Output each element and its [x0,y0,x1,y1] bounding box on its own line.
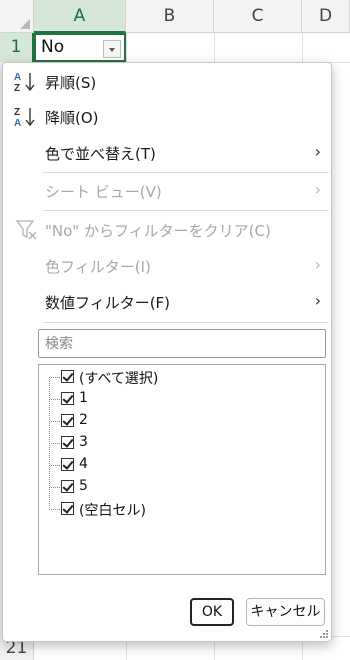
list-item-label: (空白セル) [79,503,146,519]
clear-filter-icon [15,220,37,240]
checkbox-checked[interactable] [61,480,74,493]
menu-separator [43,172,329,173]
search-input[interactable] [38,329,326,358]
cell-a1-value: No [41,37,65,57]
sort-ascending-icon: A Z [14,72,35,94]
list-item-label: 1 [79,390,88,406]
cancel-button[interactable]: キャンセル [246,598,325,626]
checkbox-checked[interactable] [61,502,74,515]
menu-clear-filter-label: "No" からフィルターをクリア(C) [45,222,271,240]
tree-line [49,443,60,444]
menu-sort-ascending-label: 昇順(S) [45,74,97,92]
tree-line [49,509,60,510]
menu-sheet-view: シート ビュー(V) › [3,174,331,208]
list-item-label: 3 [79,434,88,450]
svg-text:A: A [14,118,21,129]
menu-number-filter-label: 数値フィルター(F) [45,294,171,312]
list-item-label: 2 [79,412,88,428]
checkbox-checked[interactable] [61,436,74,449]
checkbox-checked[interactable] [61,414,74,427]
menu-clear-filter: "No" からフィルターをクリア(C) [3,213,331,247]
tree-line [49,421,60,422]
chevron-right-icon: › [314,142,321,161]
menu-separator [43,322,329,323]
chevron-right-icon: › [314,180,321,199]
menu-sort-ascending[interactable]: A Z 昇順(S) [3,65,331,99]
tree-line [49,399,60,400]
filter-value-list: (すべて選択) 1 2 3 4 5 (空白セル) [38,364,326,575]
tree-line [49,465,60,466]
menu-sort-descending[interactable]: Z A 降順(O) [3,100,331,134]
column-header-a[interactable]: A [34,0,126,33]
list-item-label: (すべて選択) [79,371,159,387]
ok-button[interactable]: OK [190,598,234,626]
chevron-right-icon: › [314,291,321,310]
autofilter-menu: A Z 昇順(S) Z A 降順(O) 色で並べ替え(T) › シート ビュー(… [2,62,332,642]
svg-text:Z: Z [14,83,20,94]
menu-color-filter-label: 色フィルター(I) [45,258,151,276]
menu-number-filter[interactable]: 数値フィルター(F) › [3,285,331,319]
column-header-d[interactable]: D [302,0,350,33]
resize-grip-icon[interactable] [319,629,329,639]
cell-a1[interactable]: No [34,33,126,62]
row-header-1[interactable]: 1 [0,33,34,62]
corner-triangle-icon [20,19,30,29]
svg-text:Z: Z [14,107,20,118]
column-header-b[interactable]: B [126,0,214,33]
checkbox-checked[interactable] [61,458,74,471]
list-item-label: 5 [79,478,88,494]
chevron-right-icon: › [314,255,321,274]
filter-dropdown-button[interactable] [103,40,121,58]
checkbox-checked[interactable] [61,370,74,383]
sort-descending-icon: Z A [14,107,35,129]
menu-color-filter: 色フィルター(I) › [3,249,331,283]
column-header-c[interactable]: C [214,0,302,33]
menu-sheet-view-label: シート ビュー(V) [45,183,162,201]
checkbox-checked[interactable] [61,392,74,405]
list-item-label: 4 [79,456,88,472]
menu-separator [43,210,329,211]
select-all-corner[interactable] [0,0,34,33]
menu-sort-by-color-label: 色で並べ替え(T) [45,145,156,163]
svg-text:A: A [14,72,21,83]
menu-sort-by-color[interactable]: 色で並べ替え(T) › [3,136,331,170]
menu-sort-descending-label: 降順(O) [45,109,99,127]
tree-line [49,487,60,488]
tree-line [49,377,60,378]
